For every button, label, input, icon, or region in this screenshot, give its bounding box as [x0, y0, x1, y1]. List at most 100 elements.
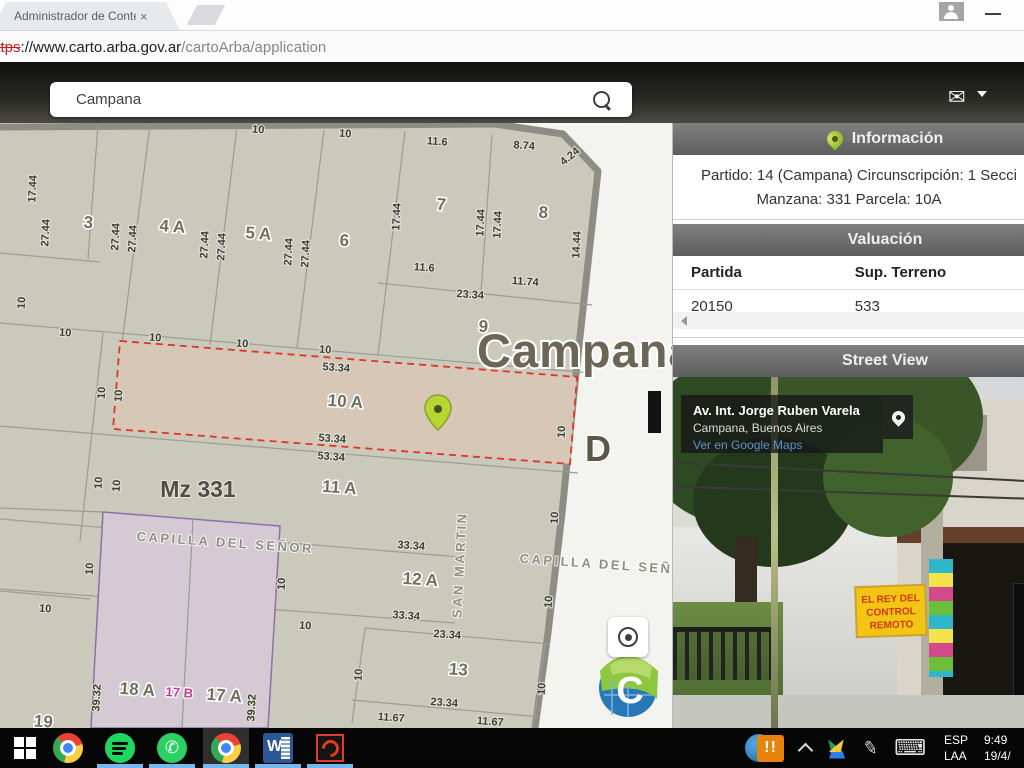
taskbar-spotify[interactable]	[97, 728, 143, 768]
start-button[interactable]	[2, 728, 48, 768]
map-label: 17.44	[390, 202, 403, 231]
tab-title: Administrador de Conte	[14, 9, 136, 23]
map-label: 11 A	[322, 477, 358, 498]
map-label: 4 A	[159, 216, 186, 237]
info-panel: Información Partido: 14 (Campana) Circun…	[672, 123, 1024, 728]
taskbar-clock[interactable]: 9:4919/4/	[984, 732, 1024, 764]
spotify-icon	[105, 733, 135, 763]
map-label: 10	[16, 296, 29, 309]
sv-google-maps-link[interactable]: Ver en Google Maps	[693, 438, 883, 452]
streetview-section-header: Street View	[673, 345, 1024, 377]
taskbar-acrobat[interactable]	[307, 728, 353, 768]
map-label: 17 B	[165, 684, 193, 701]
chrome-icon	[53, 733, 83, 763]
search-value: Campana	[76, 91, 593, 108]
sv-sign-text: CONTROL	[857, 605, 925, 620]
map-label: 11.67	[476, 715, 504, 728]
map-label: D	[585, 428, 611, 469]
browser-tab[interactable]: Administrador de Conte ×	[0, 2, 180, 30]
streetview-photo[interactable]: EL REY DELCONTROLREMOTO Av. Int. Jorge R…	[673, 377, 1024, 728]
sv-fence	[673, 627, 773, 680]
map-label: 23.34	[430, 696, 459, 710]
crosshair-icon	[618, 627, 638, 647]
word-icon: W	[263, 733, 293, 763]
map-label: 17.44	[474, 208, 487, 237]
sv-speaker	[1013, 583, 1024, 703]
taskbar-word[interactable]: W	[255, 728, 301, 768]
column-header-partida[interactable]: Partida	[673, 256, 837, 290]
touch-keyboard-icon[interactable]: ⌨	[894, 735, 926, 761]
map-label: 27.44	[215, 232, 228, 261]
info-section-title: Información	[852, 130, 944, 148]
sv-address-subtitle: Campana, Buenos Aires	[693, 421, 883, 435]
table-horizontal-scrollbar[interactable]	[673, 312, 1024, 329]
taskbar-chrome[interactable]	[45, 728, 91, 768]
url-scheme-struck: https	[0, 39, 21, 56]
street-black-bar	[648, 391, 661, 433]
map-label: 27.44	[198, 230, 211, 259]
tray-alert-badge[interactable]: !!	[757, 735, 784, 762]
map-label: 8.74	[513, 139, 536, 153]
map-label: 18 A	[119, 679, 156, 700]
cadastral-map[interactable]: 101011.68.744.2417.4427.4427.4427.4427.4…	[0, 123, 672, 728]
map-label: 27.44	[39, 218, 52, 247]
map-label: 10	[353, 668, 366, 681]
search-input[interactable]: Campana	[50, 82, 632, 117]
url-host: ://www.carto.arba.gov.ar	[21, 39, 182, 56]
address-bar[interactable]: https://www.carto.arba.gov.ar/cartoArba/…	[0, 30, 1024, 64]
sv-pin-tile[interactable]	[883, 395, 913, 439]
valuation-section-header: Valuación	[673, 224, 1024, 256]
sv-sign-text: REMOTO	[857, 618, 925, 633]
map-label: 10	[84, 562, 97, 575]
new-tab-button[interactable]	[187, 5, 226, 25]
map-label: 10	[111, 479, 124, 492]
map-label: 13	[448, 659, 468, 679]
map-label: 5 A	[245, 223, 272, 244]
map-label: Mz 331	[160, 476, 236, 502]
pen-tray-icon[interactable]: ✎	[861, 736, 880, 759]
chrome-icon	[211, 733, 241, 763]
windows-taskbar: ✆ W !! ✎ ⌨ ESPLAA 9:4919/4/	[0, 728, 1024, 768]
parcel-info-box: Partido: 14 (Campana) Circunscripción: 1…	[673, 155, 1024, 220]
tray-expand-chevron-icon[interactable]	[798, 742, 814, 758]
map-label: 10	[93, 476, 106, 489]
taskbar-chrome-active[interactable]	[203, 728, 249, 768]
map-label: 14.44	[570, 230, 583, 259]
sv-address-overlay: Av. Int. Jorge Ruben Varela Campana, Bue…	[681, 395, 883, 453]
map-label: 12 A	[402, 569, 439, 590]
sv-pin-icon	[889, 408, 907, 426]
info-section-header: Información	[673, 123, 1024, 155]
tab-close-icon[interactable]: ×	[140, 9, 148, 24]
map-label: 10	[113, 389, 126, 402]
column-header-sup-terreno[interactable]: Sup. Terreno	[837, 256, 1024, 290]
map-label: 10	[299, 620, 312, 633]
mail-dropdown-caret-icon[interactable]	[977, 91, 987, 97]
sv-sidewalk	[673, 695, 1024, 728]
map-label: 27.44	[282, 237, 295, 266]
map-label: 23.34	[456, 288, 485, 302]
sv-posters	[929, 559, 953, 677]
table-bottom-border	[673, 337, 1024, 338]
map-label: 33.34	[397, 539, 426, 553]
map-label: 10	[59, 327, 72, 340]
window-minimize-button[interactable]	[985, 13, 1001, 15]
url-text[interactable]: https://www.carto.arba.gov.ar/cartoArba/…	[0, 39, 326, 56]
search-icon[interactable]	[593, 91, 610, 108]
map-label: 10	[276, 577, 289, 590]
map-label: 39.32	[90, 684, 103, 712]
map-label: 27.44	[126, 224, 139, 253]
locate-me-button[interactable]	[608, 617, 648, 657]
map-label: 10 A	[327, 391, 364, 412]
parcel-info-line1: Partido: 14 (Campana) Circunscripción: 1…	[701, 167, 1017, 184]
taskbar-whatsapp[interactable]: ✆	[149, 728, 195, 768]
scroll-left-arrow-icon[interactable]	[681, 316, 687, 326]
url-path: /cartoArba/application	[181, 39, 326, 56]
map-pin-icon	[823, 128, 846, 151]
mail-icon[interactable]: ✉	[948, 85, 966, 110]
whatsapp-icon: ✆	[157, 733, 187, 763]
map-label: 27.44	[299, 239, 312, 268]
profile-icon[interactable]	[939, 2, 964, 21]
language-indicator[interactable]: ESPLAA	[944, 732, 968, 764]
google-drive-icon[interactable]	[825, 738, 849, 759]
map-label: 10	[236, 338, 249, 351]
